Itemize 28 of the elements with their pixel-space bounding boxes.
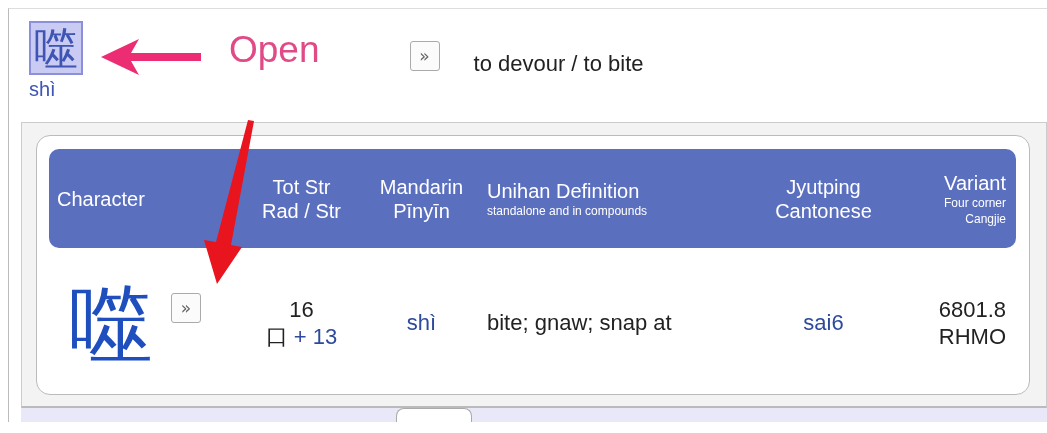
column-header: Four corner: [943, 194, 1006, 211]
column-header: Tot Str: [272, 174, 331, 199]
annotation-text: Open: [229, 29, 320, 71]
cangjie-code: RHMO: [938, 323, 1006, 350]
column-header: Jyutping: [786, 174, 861, 199]
column-header: Unihan Definition: [487, 178, 640, 203]
jyutping-link[interactable]: sai6: [803, 310, 844, 336]
arrow-icon: [101, 37, 201, 77]
column-header: Variant: [944, 170, 1006, 195]
definition-text: bite; gnaw; snap at: [487, 310, 672, 336]
expand-button[interactable]: »: [409, 41, 440, 71]
column-header: Mandarin: [379, 174, 464, 199]
character-link[interactable]: 噬: [29, 21, 83, 75]
character-link[interactable]: 噬: [69, 273, 153, 373]
column-header: standalone and in compounds: [487, 202, 648, 219]
column-header: Pīnyīn: [393, 198, 450, 223]
pinyin-text: shì: [29, 78, 57, 100]
definition-text: to devour / to bite: [473, 51, 644, 77]
tab[interactable]: [396, 408, 472, 422]
expand-button[interactable]: »: [171, 293, 201, 323]
stroke-count: 16: [289, 296, 314, 323]
column-header: Character: [57, 186, 145, 211]
column-header: Cantonese: [775, 198, 872, 223]
column-header: Cangjie: [965, 210, 1006, 227]
radical-strokes: 口 + 13: [265, 323, 338, 350]
pinyin-link[interactable]: shì: [406, 310, 437, 336]
four-corner-code: 6801.8: [938, 296, 1006, 323]
column-header: Rad / Str: [262, 198, 341, 223]
